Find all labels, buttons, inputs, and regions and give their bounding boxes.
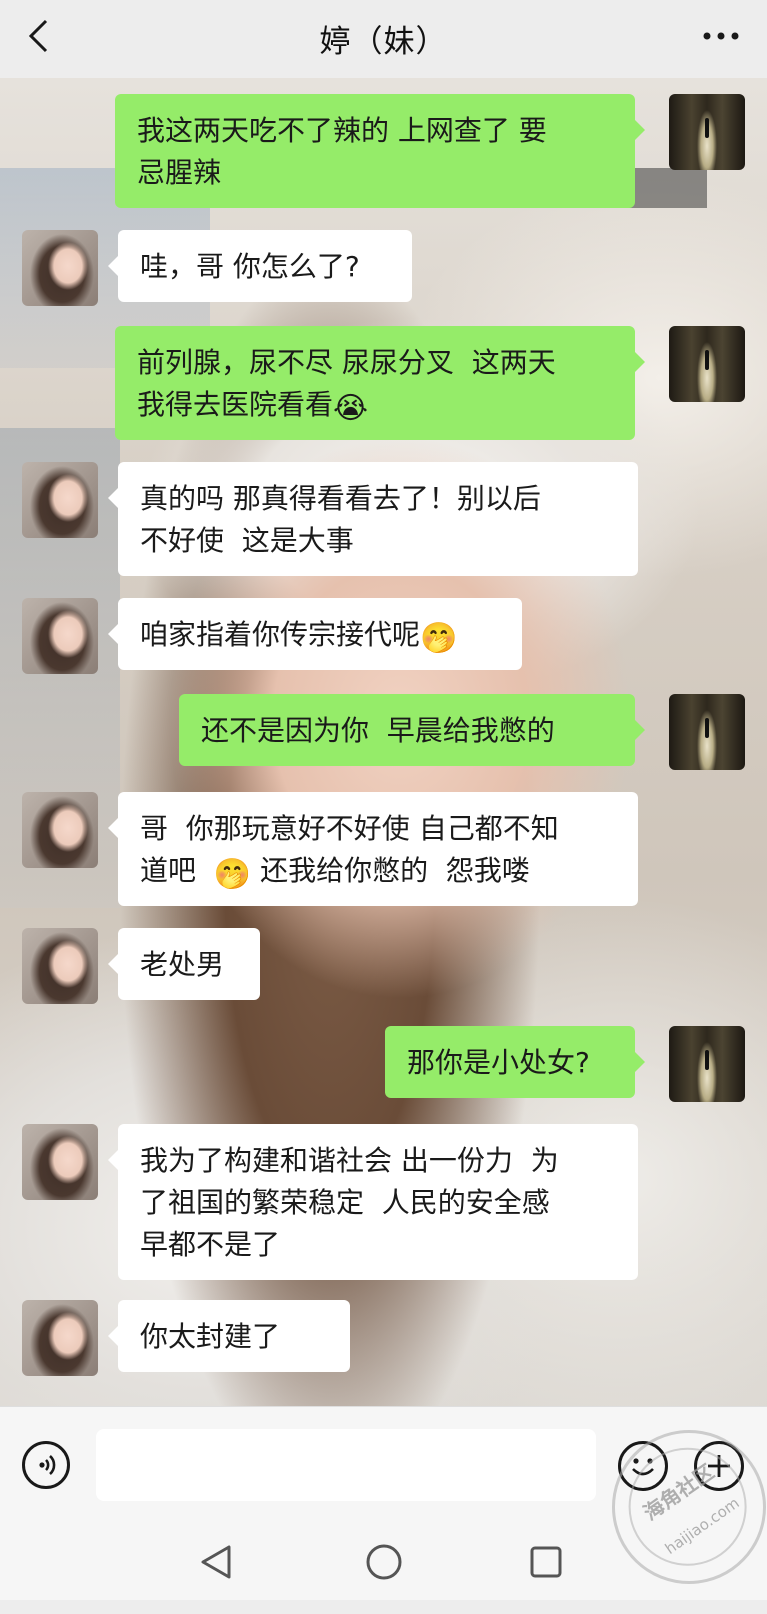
message-bubble-sent[interactable]: 那你是小处女? <box>385 1026 645 1098</box>
hand-over-mouth-emoji: 🤭 <box>213 857 252 892</box>
crying-face-emoji: 😭 <box>333 391 369 426</box>
message-bubble-received[interactable]: 咱家指着你传宗接代呢🤭 <box>108 598 522 670</box>
triangle-back-icon <box>201 1545 231 1579</box>
message-text: 还我给你憋的 怨我喽 <box>251 854 530 887</box>
contact-avatar[interactable] <box>22 928 98 1004</box>
message-bubble-received[interactable]: 真的吗 那真得看看去了！别以后 不好使 这是大事 <box>108 462 638 576</box>
message-bubble-received[interactable]: 哇，哥 你怎么了? <box>108 230 412 302</box>
message-bubble-received[interactable]: 你太封建了 <box>108 1300 350 1372</box>
nav-home-button[interactable] <box>358 1536 410 1588</box>
chat-area[interactable]: 我这两天吃不了辣的 上网查了 要 忌腥辣 哇，哥 你怎么了? 前列腺，尿不尽 尿… <box>0 78 767 1406</box>
chat-wallpaper-decor <box>627 168 707 208</box>
contact-avatar[interactable] <box>22 792 98 868</box>
more-options-button[interactable] <box>699 14 743 58</box>
message-bubble-received[interactable]: 我为了构建和谐社会 出一份力 为 了祖国的繁荣稳定 人民的安全感 早都不是了 <box>108 1124 638 1280</box>
my-avatar[interactable] <box>669 694 745 770</box>
message-bubble-sent[interactable]: 我这两天吃不了辣的 上网查了 要 忌腥辣 <box>115 94 645 208</box>
more-functions-button[interactable] <box>694 1441 744 1491</box>
system-navigation-bar <box>0 1524 767 1600</box>
smiley-icon <box>632 1458 654 1476</box>
voice-icon <box>39 1455 56 1475</box>
contact-avatar[interactable] <box>22 1124 98 1200</box>
contact-avatar[interactable] <box>22 230 98 306</box>
message-bubble-sent[interactable]: 前列腺，尿不尽 尿尿分叉 这两天 我得去医院看看😭 <box>115 326 645 440</box>
circle-home-icon <box>366 1544 402 1580</box>
message-input-bar <box>0 1406 767 1524</box>
more-dots-icon <box>703 32 739 40</box>
my-avatar[interactable] <box>669 1026 745 1102</box>
nav-recents-button[interactable] <box>520 1536 572 1588</box>
nav-back-button[interactable] <box>190 1536 242 1588</box>
message-bubble-sent[interactable]: 还不是因为你 早晨给我憋的 <box>179 694 645 766</box>
my-avatar[interactable] <box>669 94 745 170</box>
plus-icon <box>708 1455 730 1477</box>
chat-header: 婷（妹） <box>0 0 767 78</box>
message-bubble-received[interactable]: 哥 你那玩意好不好使 自己都不知 道吧 🤭 还我给你憋的 怨我喽 <box>108 792 638 906</box>
hand-over-mouth-emoji: 🤭 <box>420 621 458 656</box>
contact-avatar[interactable] <box>22 1300 98 1376</box>
chat-title: 婷（妹） <box>319 24 448 60</box>
emoji-button[interactable] <box>618 1441 668 1491</box>
my-avatar[interactable] <box>669 326 745 402</box>
square-recents-icon <box>530 1546 562 1578</box>
message-bubble-received[interactable]: 老处男 <box>108 928 260 1000</box>
message-text: 咱家指着你传宗接代呢 <box>140 618 421 651</box>
contact-avatar[interactable] <box>22 462 98 538</box>
contact-avatar[interactable] <box>22 598 98 674</box>
voice-input-button[interactable] <box>22 1441 70 1489</box>
message-input[interactable] <box>96 1429 596 1501</box>
